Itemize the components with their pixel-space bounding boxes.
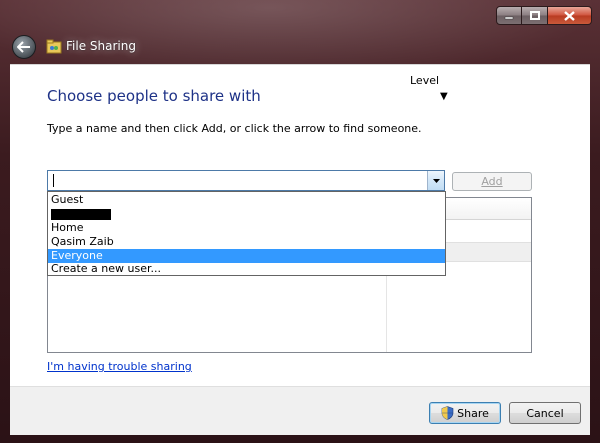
dropdown-item-create-new-user[interactable]: Create a new user...: [48, 263, 445, 275]
permission-dropdown-arrow[interactable]: ▼: [440, 91, 448, 102]
text-caret: [53, 174, 54, 187]
user-dropdown-list[interactable]: Guest Home Qasim Zaib Everyone Create a …: [47, 191, 446, 276]
back-arrow-icon: [17, 41, 30, 53]
close-icon: [564, 10, 575, 21]
dropdown-item-qasim-zaib[interactable]: Qasim Zaib: [48, 235, 445, 249]
dropdown-item-guest[interactable]: Guest: [48, 193, 445, 207]
page-title: Choose people to share with: [47, 87, 261, 105]
close-button[interactable]: [548, 6, 592, 25]
title-bar: File Sharing: [0, 0, 600, 62]
instruction-text: Type a name and then click Add, or click…: [47, 122, 422, 135]
chevron-down-icon: [432, 178, 440, 183]
redacted-name-block: [51, 209, 111, 220]
file-sharing-icon: [46, 39, 62, 55]
minimize-icon: [504, 16, 514, 19]
maximize-icon: [529, 11, 540, 20]
window-title: File Sharing: [66, 39, 136, 53]
dropdown-item-redacted[interactable]: [48, 207, 445, 221]
share-button[interactable]: Share: [429, 402, 501, 424]
cancel-button[interactable]: Cancel: [509, 402, 581, 424]
add-button[interactable]: Add: [452, 172, 532, 191]
permission-level-header: Level: [410, 74, 440, 87]
client-area: Choose people to share with Type a name …: [10, 64, 590, 387]
caption-buttons: [496, 6, 592, 26]
minimize-button[interactable]: [496, 6, 522, 25]
add-button-label: Add: [481, 175, 503, 188]
footer-bar: Share Cancel: [10, 386, 590, 435]
uac-shield-icon: [441, 406, 454, 420]
share-button-label: Share: [457, 406, 489, 420]
back-button[interactable]: [12, 35, 36, 59]
window-frame: File Sharing Choose people to share with…: [0, 0, 600, 443]
maximize-button[interactable]: [522, 6, 548, 25]
trouble-sharing-link[interactable]: I'm having trouble sharing: [47, 360, 192, 373]
combo-dropdown-button[interactable]: [427, 171, 444, 190]
dropdown-item-home[interactable]: Home: [48, 221, 445, 235]
name-combo-box[interactable]: [47, 170, 445, 191]
dropdown-item-everyone[interactable]: Everyone: [48, 249, 445, 263]
